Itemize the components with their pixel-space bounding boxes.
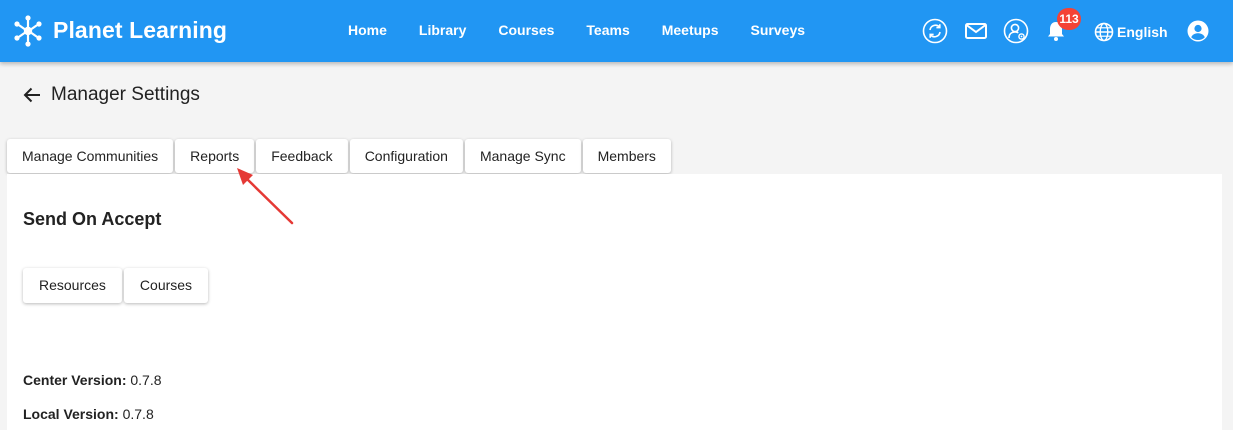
language-selector[interactable]: English: [1094, 20, 1168, 44]
center-version: Center Version: 0.7.8: [23, 370, 162, 390]
center-version-label: Center Version:: [23, 372, 127, 388]
notification-badge: 113: [1057, 8, 1081, 30]
main-nav: Home Library Courses Teams Meetups Surve…: [332, 18, 821, 42]
sync-icon[interactable]: [922, 18, 948, 44]
top-toolbar: Planet Learning Home Library Courses Tea…: [0, 0, 1233, 62]
mail-icon[interactable]: [963, 18, 989, 44]
local-version-label: Local Version:: [23, 406, 119, 422]
nav-teams[interactable]: Teams: [570, 18, 645, 42]
nav-courses[interactable]: Courses: [482, 18, 570, 42]
center-version-value: 0.7.8: [130, 372, 162, 388]
tab-members[interactable]: Members: [582, 139, 671, 173]
globe-icon: [1094, 22, 1114, 42]
account-icon[interactable]: [1186, 19, 1210, 43]
manager-icon[interactable]: [1003, 18, 1029, 44]
courses-button[interactable]: Courses: [123, 268, 209, 303]
nav-meetups[interactable]: Meetups: [646, 18, 735, 42]
planet-logo-icon[interactable]: [10, 13, 46, 49]
settings-panel: Send On Accept Resources Courses Center …: [7, 174, 1222, 430]
send-on-accept-title: Send On Accept: [23, 209, 162, 229]
send-on-accept-buttons: Resources Courses: [23, 268, 210, 303]
resources-button[interactable]: Resources: [23, 268, 122, 303]
app-brand[interactable]: Planet Learning: [53, 15, 227, 45]
tab-manage-communities[interactable]: Manage Communities: [7, 139, 174, 173]
local-version: Local Version: 0.7.8: [23, 404, 154, 424]
language-label: English: [1117, 24, 1168, 40]
tab-manage-sync[interactable]: Manage Sync: [464, 139, 581, 173]
tab-feedback[interactable]: Feedback: [256, 139, 348, 173]
page-title: Manager Settings: [51, 84, 200, 105]
settings-tabs: Manage Communities Reports Feedback Conf…: [7, 139, 673, 173]
nav-surveys[interactable]: Surveys: [735, 18, 821, 42]
arrow-back-icon[interactable]: [21, 84, 43, 106]
nav-library[interactable]: Library: [403, 18, 482, 42]
tab-reports[interactable]: Reports: [175, 139, 255, 173]
tab-configuration[interactable]: Configuration: [349, 139, 463, 173]
local-version-value: 0.7.8: [122, 406, 154, 422]
nav-home[interactable]: Home: [332, 18, 403, 42]
